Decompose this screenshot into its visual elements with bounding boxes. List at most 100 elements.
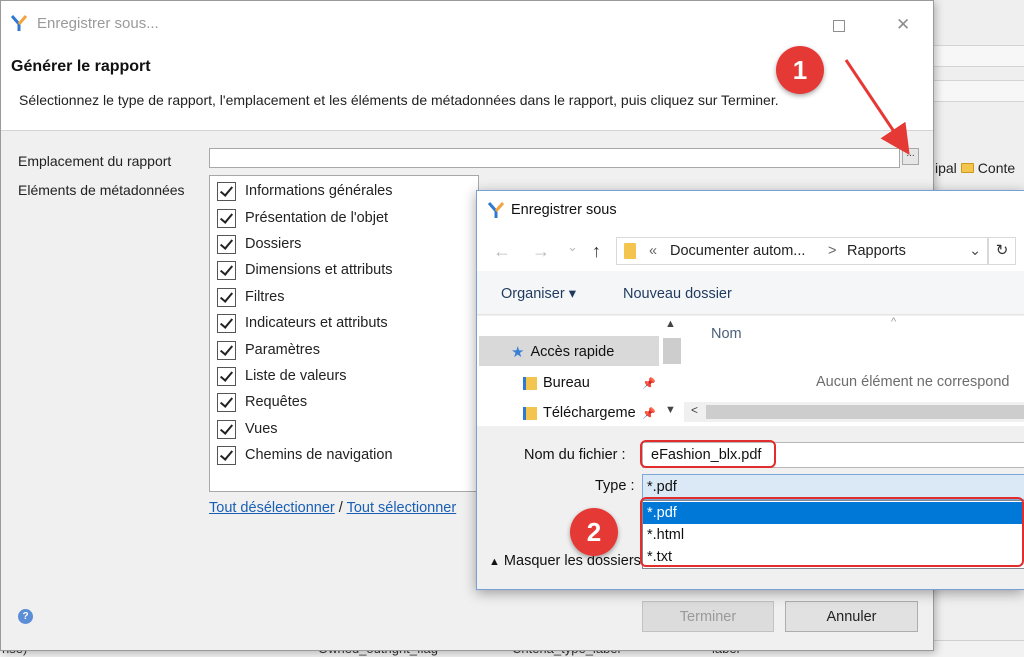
metadata-item[interactable]: Requêtes xyxy=(217,390,307,414)
checkbox[interactable] xyxy=(217,392,236,412)
pin-icon[interactable]: 📌 xyxy=(642,377,656,390)
navigation-pane: ★ Accès rapide Bureau 📌 Téléchargeme 📌 xyxy=(477,316,684,426)
forward-arrow-icon[interactable]: → xyxy=(532,241,550,262)
address-dropdown-icon[interactable]: ⌄ xyxy=(969,243,981,259)
app-logo-icon xyxy=(487,202,505,218)
nav-item-label: Téléchargeme xyxy=(543,405,636,421)
refresh-icon[interactable]: ↻ xyxy=(988,237,1016,265)
back-arrow-icon[interactable]: ← xyxy=(493,241,511,262)
page-title: Générer le rapport xyxy=(11,58,151,75)
metadata-item-label: Filtres xyxy=(245,289,285,305)
location-label: Emplacement du rapport xyxy=(18,153,172,169)
help-icon[interactable]: ? xyxy=(18,609,33,624)
folder-icon xyxy=(624,243,636,259)
folder-icon xyxy=(960,163,974,173)
address-bar[interactable]: « Documenter autom... > Rapports ⌄ xyxy=(616,237,988,265)
callout-badge-2: 2 xyxy=(570,508,618,556)
checkbox[interactable] xyxy=(217,340,236,360)
checkbox[interactable] xyxy=(217,181,236,201)
maximize-icon[interactable] xyxy=(833,17,845,37)
nav-item-downloads[interactable]: Téléchargeme xyxy=(523,405,636,421)
checkbox[interactable] xyxy=(217,208,236,228)
file-list-pane: ^ Nom Aucun élément ne correspond < xyxy=(684,316,1024,426)
breadcrumb-separator: > xyxy=(828,243,837,259)
scroll-down-icon[interactable]: ▼ xyxy=(665,404,676,416)
scroll-left-icon[interactable]: < xyxy=(691,403,698,417)
metadata-item-label: Dimensions et attributs xyxy=(245,262,393,278)
metadata-item[interactable]: Paramètres xyxy=(217,338,320,362)
breadcrumb-segment: Conte xyxy=(977,160,1016,176)
breadcrumb-segment[interactable]: Rapports xyxy=(847,243,906,259)
nav-pane-scrollbar[interactable]: ▲ ▼ xyxy=(660,316,684,426)
sort-chevron-icon: ^ xyxy=(891,316,897,328)
pin-icon[interactable]: 📌 xyxy=(642,407,656,420)
file-type-list-highlight xyxy=(640,497,1024,567)
background-breadcrumb[interactable]: ipal Conte xyxy=(935,160,1015,176)
checkbox[interactable] xyxy=(217,234,236,254)
deselect-all-link[interactable]: Tout désélectionner xyxy=(209,500,335,516)
link-separator: / xyxy=(334,500,347,516)
file-name-highlight xyxy=(640,440,776,468)
metadata-item[interactable]: Vues xyxy=(217,417,278,441)
breadcrumb-segment[interactable]: Documenter autom... xyxy=(670,243,805,259)
nav-item-label: Bureau xyxy=(543,375,590,391)
selection-links: Tout désélectionner / Tout sélectionner xyxy=(209,500,456,516)
metadata-item[interactable]: Dimensions et attributs xyxy=(217,258,392,282)
checkbox[interactable] xyxy=(217,419,236,439)
save-as-title-bar[interactable]: Enregistrer sous xyxy=(477,191,1024,231)
metadata-list: Informations générales Présentation de l… xyxy=(209,175,479,492)
file-type-label: Type : xyxy=(595,478,635,494)
app-logo-icon xyxy=(10,15,28,31)
up-arrow-icon[interactable]: ↑ xyxy=(592,241,601,262)
scroll-up-icon[interactable]: ▲ xyxy=(665,318,676,330)
metadata-item[interactable]: Liste de valeurs xyxy=(217,364,347,388)
file-list-hscrollbar[interactable]: < xyxy=(684,402,1024,422)
downloads-folder-icon xyxy=(523,406,537,420)
metadata-item[interactable]: Filtres xyxy=(217,285,284,309)
empty-message: Aucun élément ne correspond xyxy=(816,374,1010,390)
recent-dropdown-icon[interactable]: ⌄ xyxy=(567,239,578,255)
title-bar[interactable]: Enregistrer sous... ✕ xyxy=(1,1,933,46)
browse-button[interactable]: ... xyxy=(902,148,919,165)
scroll-thumb[interactable] xyxy=(663,338,681,364)
background-toolbar xyxy=(933,45,1024,67)
nav-item-label: Accès rapide xyxy=(530,344,615,360)
file-type-value: *.pdf xyxy=(647,479,677,495)
hide-folders-label: Masquer les dossiers xyxy=(503,553,641,569)
checkbox[interactable] xyxy=(217,287,236,307)
close-icon[interactable]: ✕ xyxy=(896,15,910,35)
metadata-item[interactable]: Informations générales xyxy=(217,179,393,203)
file-name-label: Nom du fichier : xyxy=(524,447,626,463)
column-header-name[interactable]: Nom xyxy=(711,326,742,342)
checkbox[interactable] xyxy=(217,313,236,333)
hide-folders-toggle[interactable]: ▲ Masquer les dossiers xyxy=(489,553,641,569)
metadata-item-label: Liste de valeurs xyxy=(245,368,347,384)
metadata-item[interactable]: Indicateurs et attributs xyxy=(217,311,388,335)
metadata-item[interactable]: Chemins de navigation xyxy=(217,443,393,467)
checkbox[interactable] xyxy=(217,366,236,386)
metadata-item-label: Indicateurs et attributs xyxy=(245,315,388,331)
scroll-thumb[interactable] xyxy=(706,405,1024,419)
star-icon: ★ xyxy=(511,344,525,361)
metadata-item-label: Requêtes xyxy=(245,394,308,410)
breadcrumb-overflow[interactable]: « xyxy=(649,243,657,259)
checkbox[interactable] xyxy=(217,260,236,280)
new-folder-button[interactable]: Nouveau dossier xyxy=(623,286,732,302)
location-input[interactable] xyxy=(209,148,900,168)
metadata-label: Eléments de métadonnées xyxy=(18,182,185,198)
nav-item-quick-access[interactable]: ★ Accès rapide xyxy=(511,343,614,361)
metadata-item-label: Vues xyxy=(245,421,278,437)
callout-badge-1: 1 xyxy=(776,46,824,94)
metadata-item[interactable]: Présentation de l'objet xyxy=(217,206,388,230)
finish-button[interactable]: Terminer xyxy=(642,601,774,632)
select-all-link[interactable]: Tout sélectionner xyxy=(347,500,457,516)
background-toolbar xyxy=(933,80,1024,102)
dialog-title: Enregistrer sous... xyxy=(37,15,159,32)
metadata-item[interactable]: Dossiers xyxy=(217,232,301,256)
metadata-item-label: Présentation de l'objet xyxy=(245,210,389,226)
cancel-button[interactable]: Annuler xyxy=(785,601,918,632)
navigation-bar: ← → ⌄ ↑ « Documenter autom... > Rapports… xyxy=(477,231,1024,271)
nav-item-desktop[interactable]: Bureau xyxy=(523,375,590,391)
organize-button[interactable]: Organiser ▾ xyxy=(501,286,576,302)
checkbox[interactable] xyxy=(217,445,236,465)
